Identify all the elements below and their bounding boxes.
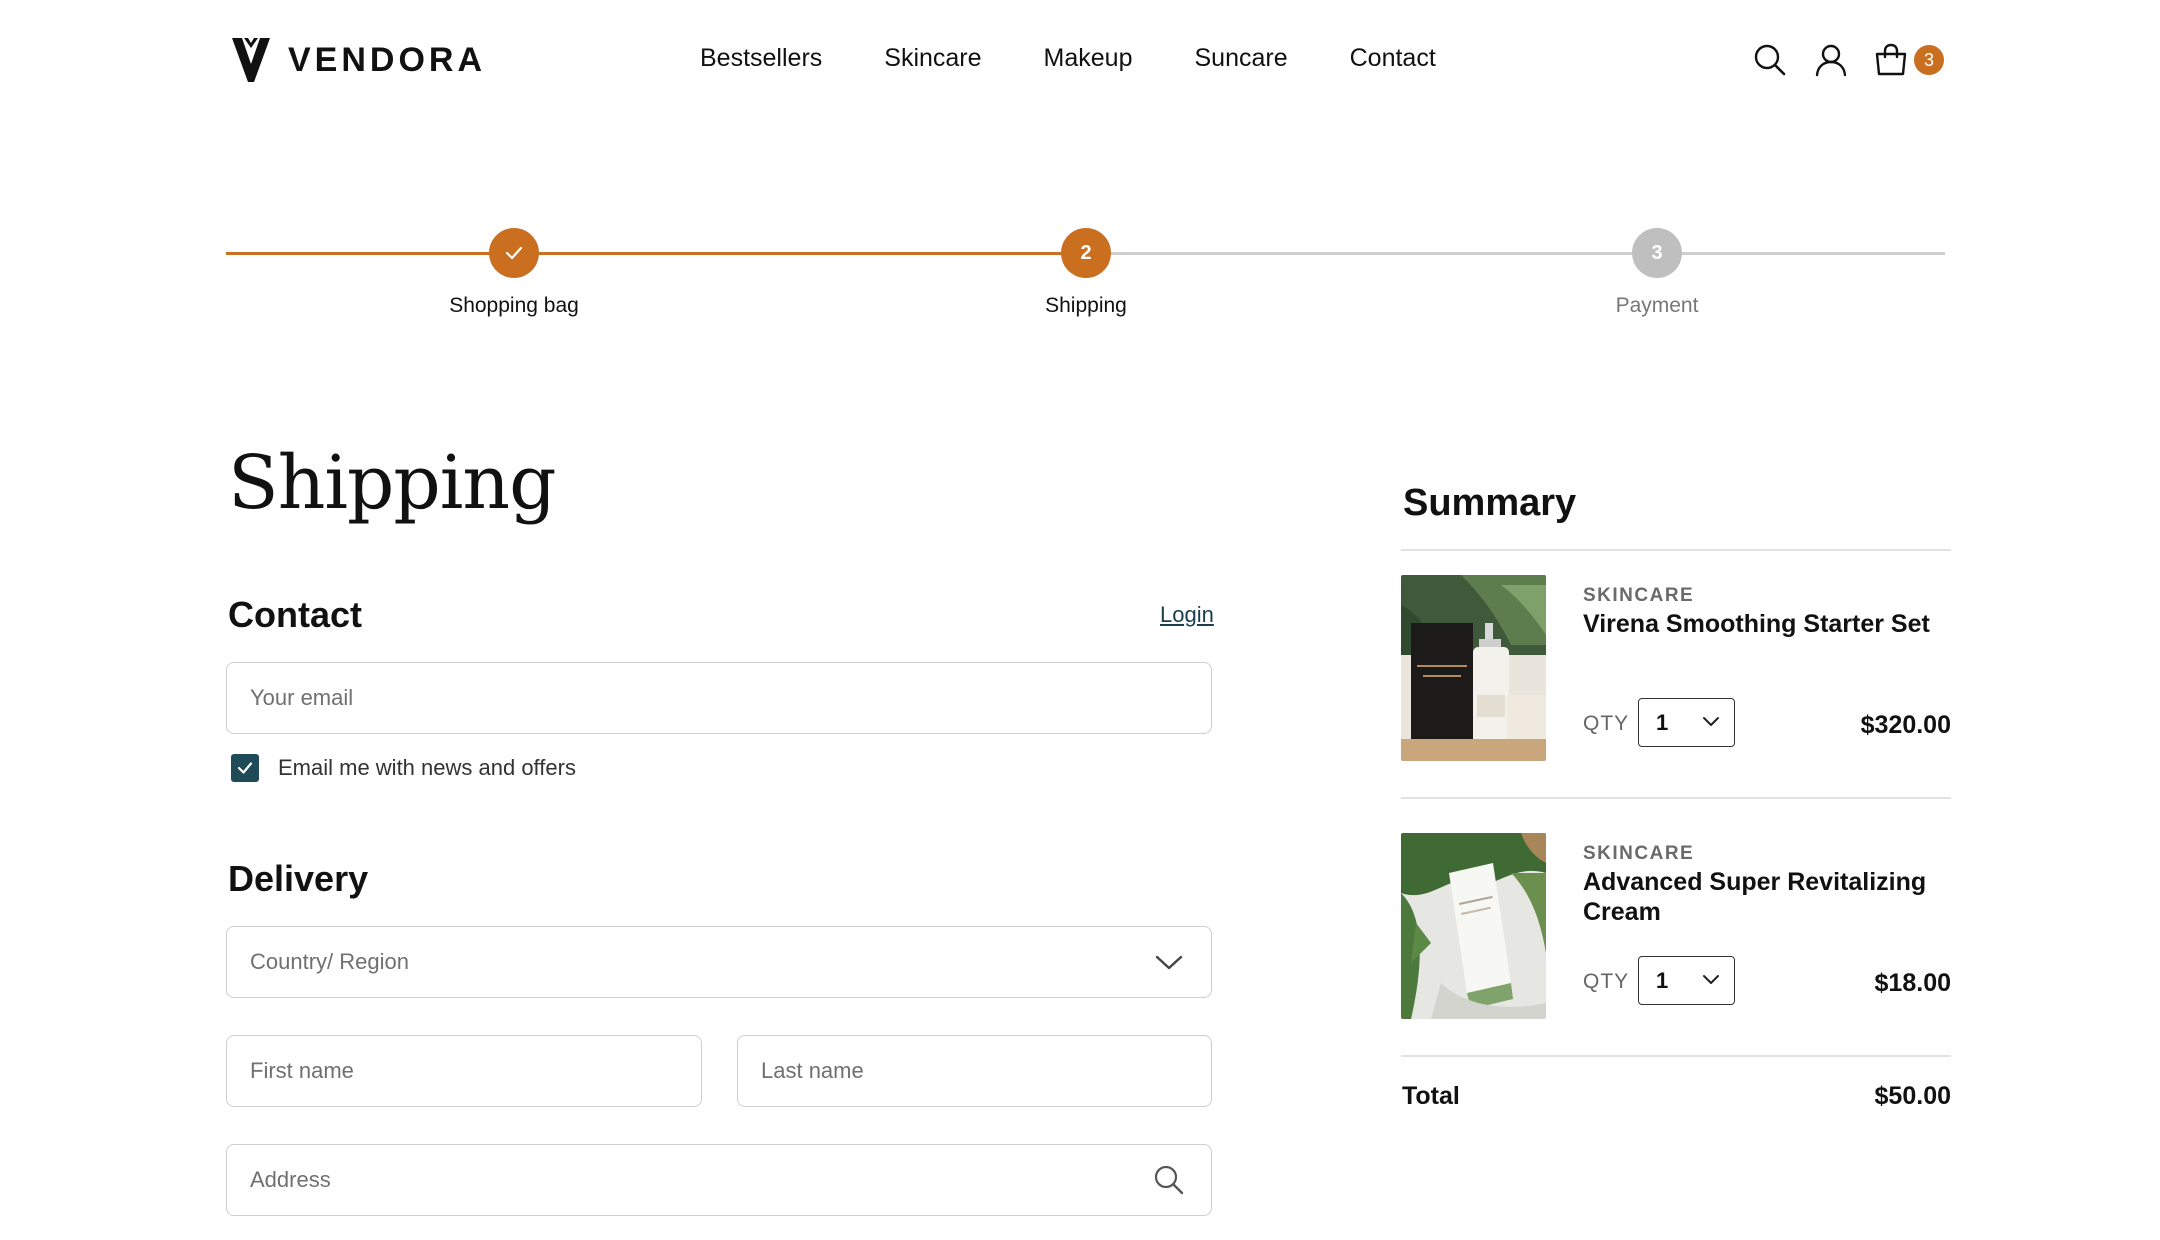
checkmark-icon [505, 246, 523, 260]
brand-logo[interactable]: VENDORA [230, 34, 486, 86]
product-price: $320.00 [1860, 711, 1951, 739]
stepper-progress-complete [226, 252, 1086, 255]
product-photo [1401, 575, 1546, 761]
shopping-bag-icon [1875, 43, 1907, 76]
first-name-input[interactable] [250, 1036, 701, 1106]
qty-label: QTY [1583, 712, 1630, 735]
step-payment[interactable]: 3 Payment [1537, 228, 1777, 318]
nav-item-suncare[interactable]: Suncare [1194, 44, 1287, 73]
nav-item-bestsellers[interactable]: Bestsellers [700, 44, 822, 73]
search-icon[interactable] [1153, 1164, 1185, 1196]
checkout-stepper: Shopping bag 2 Shipping 3 Payment [226, 228, 1945, 328]
total-label: Total [1402, 1082, 1460, 1110]
address-input[interactable] [250, 1145, 1211, 1215]
site-header: VENDORA Bestsellers Skincare Makeup Sunc… [0, 0, 2160, 125]
main-nav: Bestsellers Skincare Makeup Suncare Cont… [700, 44, 1498, 73]
quantity-value: 1 [1656, 709, 1669, 735]
search-icon [1754, 44, 1786, 76]
product-photo [1401, 833, 1546, 1019]
newsletter-checkbox[interactable] [231, 754, 259, 782]
search-button[interactable] [1752, 42, 1788, 78]
summary-divider [1401, 1055, 1951, 1057]
step-label: Shipping [1045, 294, 1127, 317]
summary-divider [1401, 797, 1951, 799]
product-image-revitalizing-cream[interactable] [1401, 833, 1546, 1019]
header-actions: 3 [1752, 42, 1944, 78]
cart-button[interactable]: 3 [1874, 43, 1944, 77]
nav-item-contact[interactable]: Contact [1350, 44, 1436, 73]
delivery-section-title: Delivery [228, 858, 369, 899]
step-shopping-bag[interactable]: Shopping bag [394, 228, 634, 318]
chevron-down-icon [1703, 717, 1719, 726]
nav-item-skincare[interactable]: Skincare [884, 44, 981, 73]
quantity-select[interactable]: 1 [1638, 698, 1735, 747]
account-button[interactable] [1813, 42, 1849, 78]
page-title: Shipping [228, 440, 556, 526]
checkmark-icon [237, 762, 253, 774]
product-price: $18.00 [1874, 969, 1951, 997]
country-region-select[interactable]: Country/ Region [226, 926, 1212, 998]
quantity-value: 1 [1656, 967, 1669, 993]
chevron-down-icon [1703, 975, 1719, 984]
product-name[interactable]: Advanced Super Revitalizing Cream [1583, 867, 1943, 927]
brand-name: VENDORA [288, 40, 487, 79]
stepper-progress-remaining [1086, 252, 1945, 255]
summary-item: SKINCARE Virena Smoothing Starter Set QT… [1401, 575, 1951, 765]
product-image-starter-set[interactable] [1401, 575, 1546, 761]
last-name-field[interactable] [737, 1035, 1212, 1107]
product-name[interactable]: Virena Smoothing Starter Set [1583, 609, 1943, 639]
quantity-select[interactable]: 1 [1638, 956, 1735, 1005]
email-field[interactable] [226, 662, 1212, 734]
email-input[interactable] [250, 663, 1211, 733]
newsletter-label: Email me with news and offers [278, 755, 576, 780]
product-category: SKINCARE [1583, 843, 1695, 864]
total-value: $50.00 [1874, 1082, 1951, 1110]
address-field[interactable] [226, 1144, 1212, 1216]
step-shipping[interactable]: 2 Shipping [966, 228, 1206, 318]
cart-count-badge: 3 [1914, 45, 1944, 75]
step-number-badge: 3 [1632, 228, 1682, 278]
chevron-down-icon [1155, 955, 1183, 970]
user-icon [1815, 44, 1847, 77]
step-number-badge: 2 [1061, 228, 1111, 278]
nav-item-makeup[interactable]: Makeup [1044, 44, 1133, 73]
step-complete-badge [489, 228, 539, 278]
last-name-input[interactable] [761, 1036, 1211, 1106]
contact-section-title: Contact [228, 594, 362, 635]
summary-title: Summary [1403, 482, 1577, 524]
country-region-placeholder: Country/ Region [250, 949, 409, 974]
first-name-field[interactable] [226, 1035, 702, 1107]
qty-label: QTY [1583, 970, 1630, 993]
vendora-logo-icon [232, 38, 270, 82]
summary-divider [1401, 549, 1951, 551]
summary-item: SKINCARE Advanced Super Revitalizing Cre… [1401, 833, 1951, 1023]
login-link[interactable]: Login [1160, 602, 1214, 628]
step-label: Payment [1615, 294, 1699, 317]
product-category: SKINCARE [1583, 585, 1695, 606]
step-label: Shopping bag [449, 294, 579, 317]
newsletter-option[interactable]: Email me with news and offers [231, 754, 576, 782]
